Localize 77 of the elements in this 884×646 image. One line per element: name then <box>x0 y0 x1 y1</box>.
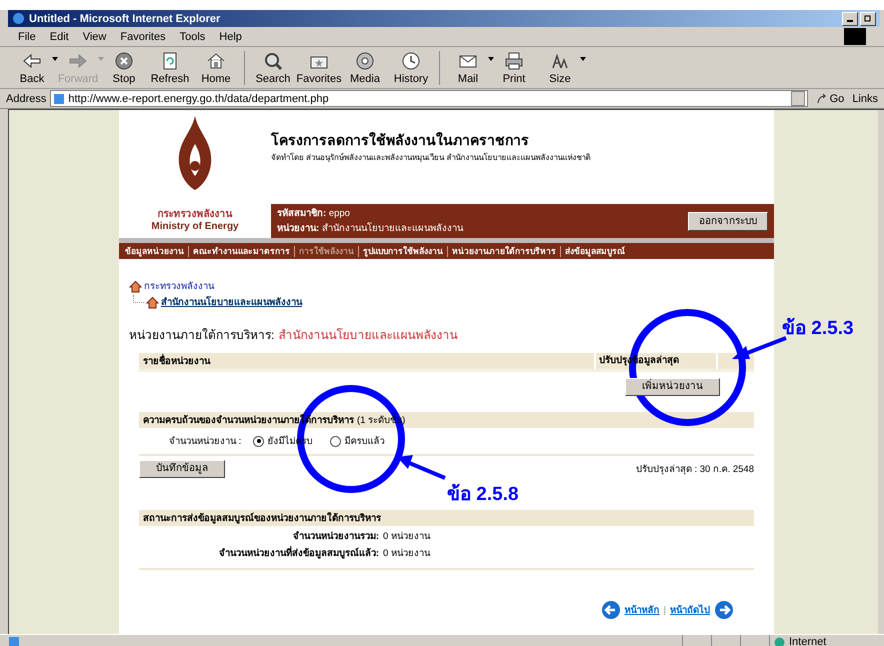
column-header: รายชื่อหน่วยงาน <box>142 354 212 368</box>
restore-icon <box>864 14 872 22</box>
menu-item[interactable]: Tools <box>180 30 206 42</box>
section-header: สถานะการส่งข้อมูลสมบูรณ์ของหน่วยงานภายใต้การบริหาร <box>143 512 381 524</box>
breadcrumb-link[interactable]: สำนักงานนโยบายและแผนพลังงาน <box>161 296 302 308</box>
menu-item[interactable]: Help <box>219 30 242 42</box>
stat-label: จำนวนหน่วยงานรวม: <box>292 530 379 543</box>
add-unit-button[interactable]: เพิ่มหน่วยงาน <box>625 378 720 396</box>
back-toolbar-button[interactable]: Back <box>10 50 54 85</box>
search-toolbar-button[interactable]: Search <box>251 50 295 85</box>
security-zone: Internet <box>789 636 826 646</box>
logout-button[interactable]: ออกจากระบบ <box>688 212 768 230</box>
nav-link[interactable]: รูปแบบการใช้พลังงาน <box>363 245 443 257</box>
refresh-toolbar-button[interactable]: Refresh <box>148 50 192 85</box>
favorites-toolbar-button[interactable]: Favorites <box>297 50 341 85</box>
stat-label: จำนวนหน่วยงานที่ส่งข้อมูลสมบูรณ์แล้ว: <box>218 547 379 560</box>
unit-name: หน่วยงาน: สำนักงานนโยบายและแผนพลังงาน <box>277 222 463 235</box>
mail-toolbar-button[interactable]: Mail <box>446 50 490 85</box>
home-icon <box>129 280 142 292</box>
last-updated: ปรับปรุงล่าสุด : 30 ก.ค. 2548 <box>636 462 754 476</box>
home-toolbar-button[interactable]: Home <box>194 50 238 85</box>
page-icon <box>8 636 20 646</box>
size-toolbar-button[interactable]: Size <box>538 50 582 85</box>
stop-icon <box>113 50 135 72</box>
home-icon <box>146 296 159 308</box>
site-title: โครงการลดการใช้พลังงานในภาคราชการ <box>271 132 530 150</box>
section-heading: หน่วยงานภายใต้การบริหาร: <box>129 327 274 343</box>
clock-icon <box>400 50 422 72</box>
stop-toolbar-button[interactable]: Stop <box>102 50 146 85</box>
minimize-icon <box>847 20 853 22</box>
home-link[interactable]: หน้าหลัก <box>624 604 660 616</box>
go-arrow-icon <box>816 92 828 104</box>
site-subtitle: จัดทำโดย ส่วนอนุรักษ์พลังงานและพลังงานหมุนเวียน สำนักงานนโยบายและแผนพลังงานแห่งชาติ <box>271 152 592 163</box>
radio-button[interactable] <box>330 436 342 446</box>
menu-item[interactable]: File <box>18 30 36 42</box>
links-label[interactable]: Links <box>852 92 878 104</box>
nav-link[interactable]: คณะทำงานและมาตรการ <box>193 245 290 257</box>
address-field[interactable]: http://www.e-report.energy.go.th/data/department.php <box>50 90 808 107</box>
dropdown-button[interactable] <box>790 91 805 106</box>
department-name: สำนักงานนโยบายและแผนพลังงาน <box>278 327 458 343</box>
page-icon <box>53 92 66 104</box>
printer-icon <box>503 50 525 72</box>
stat-value: 0 หน่วยงาน <box>383 530 430 543</box>
nav-link[interactable]: หน่วยงานภายใต้การบริหาร <box>452 245 556 257</box>
annotation-label: ข้อ 2.5.8 <box>447 482 519 507</box>
member-id: รหัสสมาชิก: eppo <box>277 207 351 220</box>
media-icon <box>354 50 376 72</box>
logo-caption: กระทรวงพลังงาน <box>158 208 232 221</box>
restore-button[interactable] <box>860 12 876 26</box>
radio-button[interactable] <box>253 436 264 446</box>
address-label: Address <box>6 92 46 104</box>
print-toolbar-button[interactable]: Print <box>492 50 536 85</box>
annotation-label: ข้อ 2.5.3 <box>782 316 854 341</box>
media-toolbar-button[interactable]: Media <box>343 50 387 85</box>
breadcrumb-link[interactable]: กระทรวงพลังงาน <box>144 280 214 292</box>
nav-link[interactable]: ส่งข้อมูลสมบูรณ์ <box>565 245 625 257</box>
stat-value: 0 หน่วยงาน <box>383 547 430 560</box>
radio-label[interactable]: มีครบแล้ว <box>344 434 384 448</box>
nav-link[interactable]: ข้อมูลหน่วยงาน <box>125 245 184 257</box>
minimize-button[interactable] <box>842 12 858 26</box>
history-toolbar-button[interactable]: History <box>389 50 433 85</box>
window-title: Untitled - Microsoft Internet Explorer <box>29 12 220 24</box>
dropdown-caret-icon[interactable] <box>52 57 58 61</box>
dropdown-caret-icon[interactable] <box>488 57 494 61</box>
globe-icon <box>774 636 785 646</box>
next-page-link[interactable]: หน้าถัดไป <box>670 604 710 616</box>
menu-item[interactable]: Edit <box>50 30 69 42</box>
menu-item[interactable]: View <box>82 30 106 42</box>
field-label: จำนวนหน่วยงาน : <box>169 434 242 448</box>
link-separator: | <box>664 604 666 616</box>
browser-logo-icon <box>12 12 25 25</box>
logo-caption: Ministry of Energy <box>151 221 239 232</box>
dropdown-caret-icon[interactable] <box>580 57 586 61</box>
save-button[interactable]: บันทึกข้อมูล <box>139 460 225 478</box>
go-button[interactable]: Go <box>812 92 848 104</box>
menu-item[interactable]: Favorites <box>120 30 166 42</box>
search-icon <box>262 50 284 72</box>
